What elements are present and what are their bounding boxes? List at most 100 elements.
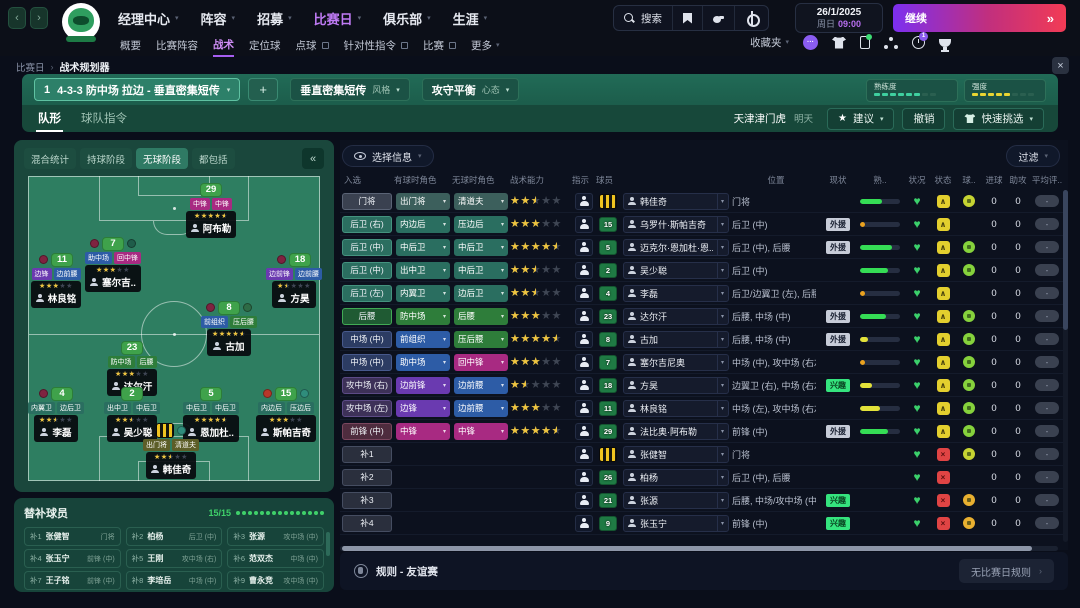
phase-tab-持球阶段[interactable]: 持球阶段 (80, 148, 132, 169)
selection-button[interactable]: 中场 (中) (342, 354, 392, 371)
substitutes-scrollbar[interactable] (326, 532, 330, 556)
column-header[interactable]: 有球时角色 (394, 174, 452, 186)
role-onball-dropdown[interactable]: 边前锋▾ (396, 377, 450, 394)
instructions-button[interactable] (575, 216, 593, 233)
player-dropdown[interactable]: 张健智▾ (623, 446, 729, 463)
pitch-player-阿布勒[interactable]: 29中锋中锋★★★★★★★★★★阿布勒 (156, 182, 266, 238)
subnav-item-定位球[interactable]: 定位球 (249, 38, 281, 56)
column-header[interactable]: 状态 (930, 174, 956, 186)
sub-item-补9[interactable]: 补9曹永竞攻中场 (中) (227, 571, 324, 590)
suggest-button[interactable]: ★ 建议 ▾ (827, 108, 894, 130)
selection-button[interactable]: 后腰 (342, 308, 392, 325)
selection-button[interactable]: 补1 (342, 446, 392, 463)
instructions-button[interactable] (575, 285, 593, 302)
subnav-item-比赛[interactable]: 比赛 (423, 38, 456, 56)
column-header[interactable]: 指示 (572, 174, 596, 186)
role-onball-dropdown[interactable]: 助中场▾ (396, 354, 450, 371)
player-dropdown[interactable]: 张玉宁▾ (623, 515, 729, 532)
selection-button[interactable]: 门将 (342, 193, 392, 210)
pitch-player-斯帕吉奇[interactable]: 15内边后压边后★★★★★★★★★★斯帕吉奇 (231, 386, 341, 442)
instructions-button[interactable] (575, 423, 593, 440)
horizontal-scrollbar[interactable] (340, 546, 1058, 551)
quick-pick-button[interactable]: 快速挑选 ▾ (953, 108, 1044, 130)
player-dropdown[interactable]: 韩佳奇▾ (623, 193, 729, 210)
column-header[interactable]: 进球 (982, 174, 1006, 186)
settings-button[interactable] (735, 6, 768, 30)
nav-item-俱乐部[interactable]: 俱乐部▾ (383, 9, 431, 28)
role-onball-dropdown[interactable]: 前组织▾ (396, 331, 450, 348)
player-dropdown[interactable]: 乌罗什·斯帕吉奇▾ (623, 216, 729, 233)
pitch-player-古加[interactable]: 8前组织压后腰★★★★★★★★★★古加 (174, 300, 284, 356)
player-dropdown[interactable]: 塞尔吉尼奥▾ (623, 354, 729, 371)
selection-button[interactable]: 后卫 (中) (342, 239, 392, 256)
selection-button[interactable]: 后卫 (右) (342, 216, 392, 233)
continue-button[interactable]: 继续 » (893, 4, 1066, 32)
subnav-item-概要[interactable]: 概要 (120, 38, 141, 56)
no-matchday-rules-button[interactable]: 无比赛日规则 › (959, 559, 1054, 583)
style-dropdown[interactable]: 垂直密集短传 风格 ▾ (290, 78, 410, 101)
instructions-button[interactable] (575, 331, 593, 348)
role-onball-dropdown[interactable]: 中锋▾ (396, 423, 450, 440)
column-header[interactable]: 熟.. (856, 174, 904, 186)
column-header[interactable]: 助攻 (1006, 174, 1030, 186)
instructions-button[interactable] (575, 262, 593, 279)
player-dropdown[interactable]: 吴少聪▾ (623, 262, 729, 279)
selection-button[interactable]: 攻中场 (左) (342, 400, 392, 417)
selection-button[interactable]: 攻中场 (右) (342, 377, 392, 394)
role-offball-dropdown[interactable]: 中后卫▾ (454, 262, 508, 279)
player-dropdown[interactable]: 法比奥·阿布勒▾ (623, 423, 729, 440)
player-dropdown[interactable]: 李磊▾ (623, 285, 729, 302)
filter-dropdown[interactable]: 过滤 ▾ (1006, 145, 1060, 167)
role-onball-dropdown[interactable]: 出门将▾ (396, 193, 450, 210)
subnav-item-战术[interactable]: 战术 (213, 37, 234, 57)
column-header[interactable]: 入选 (340, 174, 394, 186)
sub-item-补5[interactable]: 补5王刚攻中场 (右) (126, 549, 223, 568)
undo-button[interactable]: 撤销 (902, 108, 945, 130)
role-offball-dropdown[interactable]: 中锋▾ (454, 423, 508, 440)
role-offball-dropdown[interactable]: 边后卫▾ (454, 285, 508, 302)
column-header[interactable]: 球员 (596, 174, 620, 186)
instructions-button[interactable] (575, 446, 593, 463)
messages-icon[interactable]: ··· (803, 35, 818, 50)
sub-item-补2[interactable]: 补2柏杨后卫 (中) (126, 527, 223, 546)
column-header[interactable]: 无球时角色 (452, 174, 510, 186)
player-dropdown[interactable]: 张源▾ (623, 492, 729, 509)
tactic-preset-dropdown[interactable]: 1 4-3-3 防中场 拉边 - 垂直密集短传 ▾ (34, 78, 240, 101)
collapse-panel-button[interactable]: « (302, 148, 324, 169)
column-header[interactable]: 平均评.. (1030, 174, 1064, 186)
instructions-button[interactable] (575, 308, 593, 325)
nav-item-阵容[interactable]: 阵容▾ (201, 9, 236, 28)
sub-item-补6[interactable]: 补6范双杰中场 (中) (227, 549, 324, 568)
subnav-item-更多[interactable]: 更多▾ (471, 38, 500, 56)
breadcrumb-section[interactable]: 比赛日 (16, 60, 45, 74)
sub-item-补3[interactable]: 补3张源攻中场 (中) (227, 527, 324, 546)
clock-icon[interactable] (912, 36, 925, 49)
player-dropdown[interactable]: 方昊▾ (623, 377, 729, 394)
role-offball-dropdown[interactable]: 边前腰▾ (454, 400, 508, 417)
selection-button[interactable]: 补2 (342, 469, 392, 486)
bookmark-button[interactable] (673, 6, 703, 30)
column-header[interactable]: 球.. (956, 174, 982, 186)
selection-button[interactable]: 后卫 (左) (342, 285, 392, 302)
selection-button[interactable]: 补3 (342, 492, 392, 509)
role-offball-dropdown[interactable]: 压后腰▾ (454, 331, 508, 348)
role-offball-dropdown[interactable]: 压边后▾ (454, 216, 508, 233)
select-info-dropdown[interactable]: 选择信息 ▾ (342, 145, 434, 167)
role-onball-dropdown[interactable]: 内边后▾ (396, 216, 450, 233)
role-onball-dropdown[interactable]: 出中卫▾ (396, 262, 450, 279)
role-onball-dropdown[interactable]: 防中场▾ (396, 308, 450, 325)
tactic-board-icon[interactable] (884, 37, 898, 49)
selection-button[interactable]: 补4 (342, 515, 392, 532)
sub-item-补4[interactable]: 补4张玉宁前锋 (中) (24, 549, 121, 568)
pitch-player-韩佳奇[interactable]: 出门将清道夫★★★★★★★★★★韩佳奇 (116, 423, 226, 479)
instructions-button[interactable] (575, 354, 593, 371)
mentality-dropdown[interactable]: 攻守平衡 心态 ▾ (422, 78, 520, 101)
tactic-tab-球队指令[interactable]: 球队指令 (79, 105, 129, 132)
instructions-button[interactable] (575, 377, 593, 394)
subnav-item-点球[interactable]: 点球 (296, 38, 329, 56)
subnav-item-比赛阵容[interactable]: 比赛阵容 (156, 38, 198, 56)
selection-button[interactable]: 后卫 (中) (342, 262, 392, 279)
sub-item-补1[interactable]: 补1张健智门将 (24, 527, 121, 546)
player-dropdown[interactable]: 迈克尔·恩加杜·恩..▾ (623, 239, 729, 256)
instructions-button[interactable] (575, 492, 593, 509)
